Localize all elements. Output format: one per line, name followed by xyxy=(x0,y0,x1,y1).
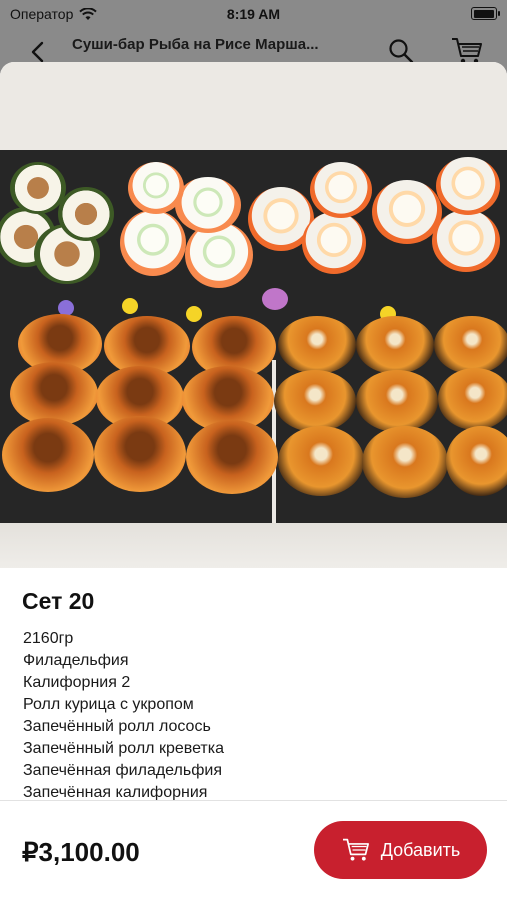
sushi-piece xyxy=(274,370,356,432)
add-button-label: Добавить xyxy=(380,839,461,860)
sushi-piece xyxy=(362,426,448,498)
sushi-piece xyxy=(278,426,364,496)
sushi-piece xyxy=(120,210,186,276)
sushi-piece xyxy=(434,316,507,374)
sushi-piece xyxy=(10,162,66,214)
product-sheet: Сет 20 2160гр Филадельфия Калифорния 2 Р… xyxy=(0,62,507,900)
description-line: 2160гр xyxy=(23,630,74,647)
add-to-cart-button[interactable]: Добавить xyxy=(314,821,487,879)
sushi-piece xyxy=(58,187,114,241)
description-line: Калифорния 2 xyxy=(23,674,131,691)
sushi-piece xyxy=(175,177,241,233)
sushi-piece xyxy=(356,370,438,432)
sushi-piece xyxy=(186,420,278,494)
page-title: Суши-бар Рыба на Рисе Марша... xyxy=(72,36,319,53)
status-time: 8:19 AM xyxy=(226,6,281,22)
description-line: Запечённый ролл лосось xyxy=(23,718,211,735)
sushi-piece xyxy=(302,212,366,274)
product-title: Сет 20 xyxy=(22,588,95,614)
sushi-piece xyxy=(436,157,500,215)
flower-decoration xyxy=(186,306,202,322)
sushi-piece xyxy=(10,362,98,426)
product-footer: ₽3,100.00 Добавить xyxy=(0,800,507,900)
sushi-piece xyxy=(128,162,184,214)
product-description: 2160гр Филадельфия Калифорния 2 Ролл кур… xyxy=(23,628,483,804)
sushi-piece xyxy=(94,416,186,492)
sushi-piece xyxy=(446,426,507,496)
product-photo xyxy=(0,62,507,568)
flower-decoration xyxy=(122,298,138,314)
sushi-piece xyxy=(432,210,500,272)
marble-surface xyxy=(0,523,507,568)
product-details: Сет 20 2160гр Филадельфия Калифорния 2 Р… xyxy=(0,568,507,801)
cart-icon xyxy=(342,838,369,861)
description-line: Запечённая филадельфия xyxy=(23,762,222,779)
status-bar: Оператор 8:19 AM xyxy=(0,0,507,28)
sushi-piece xyxy=(278,316,356,374)
description-line: Филадельфия xyxy=(23,652,129,669)
battery-icon xyxy=(471,7,500,20)
product-price: ₽3,100.00 xyxy=(22,837,140,867)
sushi-piece xyxy=(185,222,253,288)
sushi-piece xyxy=(438,368,507,430)
sushi-piece xyxy=(372,180,442,244)
description-line: Запечённый ролл креветка xyxy=(23,740,225,757)
description-line: Ролл курица с укропом xyxy=(23,696,194,713)
sushi-piece xyxy=(2,418,94,492)
sushi-piece xyxy=(310,162,372,218)
battery-fill xyxy=(473,9,494,18)
sushi-piece xyxy=(356,316,434,374)
flower-decoration xyxy=(262,288,288,310)
